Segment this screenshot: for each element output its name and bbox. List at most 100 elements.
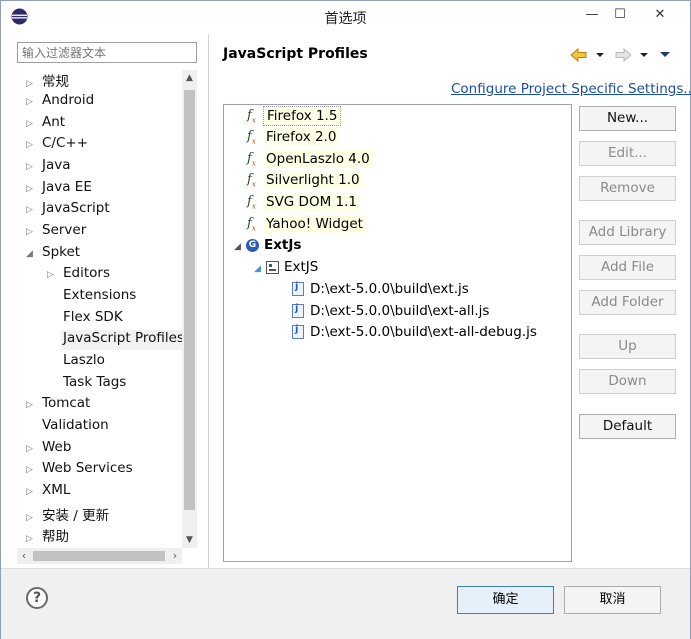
js-file-icon — [292, 281, 304, 296]
global-icon: G — [246, 238, 259, 252]
library-icon — [266, 260, 279, 274]
tree-item[interactable]: ▷ Server — [26, 222, 86, 242]
tree-item[interactable]: ▷ Web — [26, 439, 71, 459]
function-icon: fx — [247, 193, 256, 211]
expand-arrow-icon[interactable]: ▷ — [26, 119, 36, 129]
collapse-arrow-icon[interactable]: ◢ — [234, 242, 246, 252]
expand-arrow-icon[interactable]: ▷ — [26, 534, 36, 544]
profile-item[interactable]: fx Firefox 2.0 — [247, 128, 340, 149]
default-button[interactable]: Default — [579, 414, 676, 439]
tree-item[interactable]: ▷ 安装 / 更新 — [26, 504, 109, 524]
tree-item[interactable]: ▷ C/C++ — [26, 135, 88, 155]
filter-input[interactable] — [17, 42, 197, 63]
tree-item[interactable]: ▷ Tomcat — [26, 395, 90, 415]
js-file-item[interactable]: D:\ext-5.0.0\build\ext-all-debug.js — [292, 324, 537, 345]
collapse-arrow-icon[interactable]: ◢ — [254, 264, 266, 274]
js-file-icon — [292, 324, 304, 339]
tree-item[interactable]: ▷ 帮助 — [26, 525, 69, 545]
profile-item[interactable]: fx SVG DOM 1.1 — [247, 193, 360, 214]
preference-tree: ▷ 常规 ▷ Android ▷ Ant ▷ C/C++ ▷ Java ▷ Java EE … — [10, 69, 182, 547]
add-library-button[interactable]: Add Library — [579, 220, 676, 245]
tree-item[interactable]: ▷ Editors — [47, 265, 110, 285]
tree-item-javascript-profiles[interactable]: JavaScript Profiles — [61, 330, 182, 350]
function-icon: fx — [247, 171, 256, 189]
library-item[interactable]: ◢ ExtJS — [254, 259, 318, 280]
down-button[interactable]: Down — [579, 369, 676, 394]
cancel-button[interactable]: 取消 — [564, 586, 661, 614]
edit-button[interactable]: Edit... — [579, 141, 676, 166]
add-folder-button[interactable]: Add Folder — [579, 290, 676, 315]
tree-item[interactable]: Task Tags — [63, 374, 126, 394]
function-icon: fx — [247, 128, 256, 146]
configure-project-settings-link[interactable]: Configure Project Specific Settings... — [451, 81, 691, 97]
ok-button[interactable]: 确定 — [457, 586, 554, 614]
up-button[interactable]: Up — [579, 334, 676, 359]
profile-item[interactable]: fx Silverlight 1.0 — [247, 171, 363, 192]
dialog-button-bar: ? 确定 取消 — [1, 568, 690, 639]
tree-item[interactable]: Extensions — [63, 287, 136, 307]
tree-item[interactable]: ▷ XML — [26, 482, 70, 502]
title-bar: 首选项 — ☐ ✕ — [1, 1, 690, 33]
forward-arrow-icon[interactable] — [613, 46, 633, 64]
tree-item[interactable]: ▷ Ant — [26, 114, 65, 134]
expand-arrow-icon[interactable]: ▷ — [47, 270, 57, 280]
maximize-button[interactable]: ☐ — [608, 5, 632, 23]
preference-navigation: ▷常规 ▷Android ▷Ant ▷C/C++ ▷Java ▷Java EE … — [10, 34, 208, 568]
expand-arrow-icon[interactable]: ▷ — [26, 205, 36, 215]
js-file-item[interactable]: D:\ext-5.0.0\build\ext-all.js — [292, 303, 489, 324]
forward-history-dropdown-icon[interactable] — [639, 46, 649, 64]
function-icon: fx — [247, 107, 256, 125]
expand-arrow-icon[interactable]: ▷ — [26, 444, 36, 454]
tree-item[interactable]: ▷ Java EE — [26, 179, 92, 199]
preference-page: JavaScript Profiles Configure Project Sp… — [209, 34, 691, 568]
tree-item[interactable]: ▷ JavaScript — [26, 200, 110, 220]
back-arrow-icon[interactable] — [569, 46, 589, 64]
function-icon: fx — [247, 215, 256, 233]
tree-item[interactable]: ▷ Web Services — [26, 460, 133, 480]
profile-item[interactable]: fx Yahoo! Widget — [247, 215, 366, 236]
expand-arrow-icon[interactable]: ▷ — [26, 184, 36, 194]
tree-item[interactable]: ▷ 常规 — [26, 70, 69, 90]
back-history-dropdown-icon[interactable] — [595, 46, 605, 64]
tree-item[interactable]: Validation — [42, 417, 109, 437]
profiles-tree[interactable]: fx Firefox 1.5 fx Firefox 2.0 fx OpenLaszlo… — [223, 104, 572, 562]
expand-arrow-icon[interactable]: ▷ — [26, 400, 36, 410]
scroll-up-icon[interactable]: ▲ — [182, 70, 197, 86]
scroll-down-icon[interactable]: ▼ — [182, 532, 197, 548]
expand-arrow-icon[interactable]: ▷ — [26, 79, 36, 89]
profile-item[interactable]: fx Firefox 1.5 — [247, 106, 342, 127]
expand-arrow-icon[interactable]: ▷ — [26, 513, 36, 523]
tree-item[interactable]: Laszlo — [63, 352, 105, 372]
tree-horizontal-scrollbar[interactable]: ‹ › — [17, 548, 182, 564]
close-button[interactable]: ✕ — [638, 5, 682, 23]
js-file-item[interactable]: D:\ext-5.0.0\build\ext.js — [292, 281, 469, 302]
minimize-button[interactable]: — — [580, 5, 604, 23]
scrollbar-thumb[interactable] — [184, 90, 195, 510]
expand-arrow-icon[interactable]: ▷ — [26, 140, 36, 150]
add-file-button[interactable]: Add File — [579, 255, 676, 280]
tree-vertical-scrollbar[interactable]: ▲ ▼ — [182, 70, 197, 548]
expand-arrow-icon[interactable]: ▷ — [26, 97, 36, 107]
expand-arrow-icon[interactable]: ▷ — [26, 465, 36, 475]
scroll-left-icon[interactable]: ‹ — [17, 548, 31, 564]
profile-item[interactable]: fx OpenLaszlo 4.0 — [247, 150, 373, 171]
tree-item[interactable]: ▷ Android — [26, 92, 94, 112]
js-file-icon — [292, 303, 304, 318]
profile-item-extjs[interactable]: ◢ G ExtJs — [234, 237, 301, 258]
function-icon: fx — [247, 150, 256, 168]
tree-item[interactable]: Flex SDK — [63, 309, 123, 329]
new-button[interactable]: New... — [579, 106, 676, 131]
scroll-right-icon[interactable]: › — [168, 548, 182, 564]
expand-arrow-icon[interactable]: ▷ — [26, 227, 36, 237]
tree-item[interactable]: ▷ Java — [26, 157, 71, 177]
expand-arrow-icon[interactable]: ▷ — [26, 487, 36, 497]
view-menu-icon[interactable] — [659, 46, 671, 64]
preferences-window: 首选项 — ☐ ✕ ▷常规 ▷Android ▷Ant ▷C/C++ ▷Java… — [0, 0, 691, 639]
scrollbar-thumb[interactable] — [33, 551, 165, 561]
expand-arrow-icon[interactable]: ▷ — [26, 162, 36, 172]
tree-item-spket[interactable]: ◢ Spket — [26, 244, 80, 264]
remove-button[interactable]: Remove — [579, 176, 676, 201]
collapse-arrow-icon[interactable]: ◢ — [26, 249, 36, 259]
help-icon[interactable]: ? — [26, 587, 48, 609]
page-title: JavaScript Profiles — [223, 46, 368, 62]
